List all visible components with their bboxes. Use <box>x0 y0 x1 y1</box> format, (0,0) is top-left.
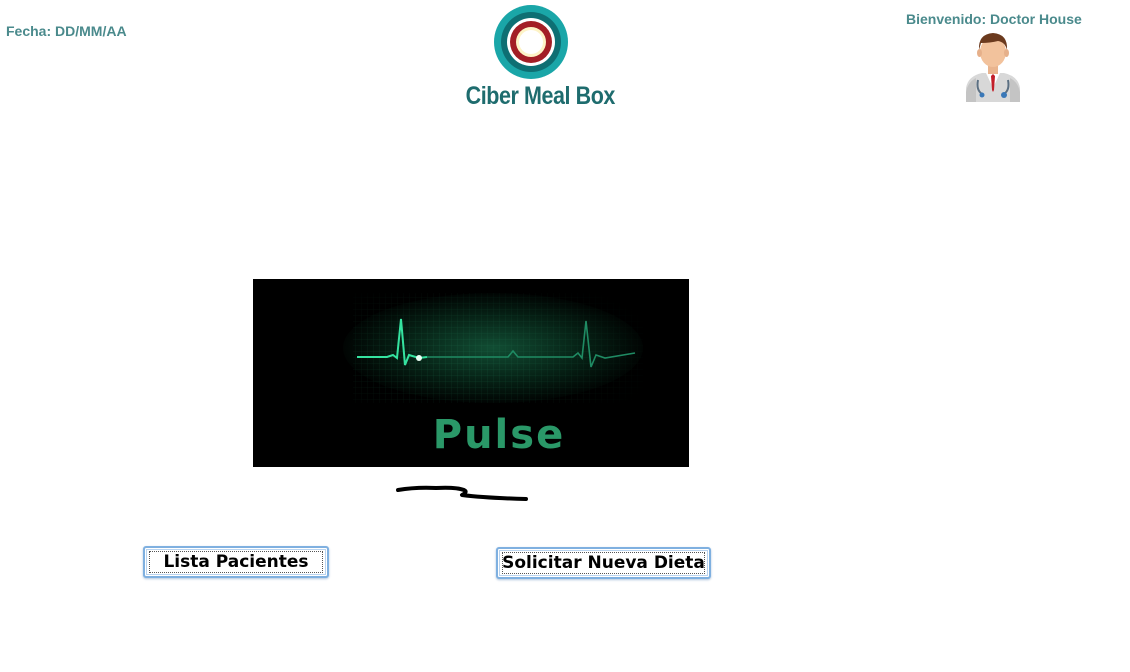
patients-list-button[interactable]: Lista Pacientes <box>143 546 329 578</box>
welcome-label: Bienvenido: Doctor House <box>906 11 1082 27</box>
doctor-avatar-icon <box>966 33 1020 102</box>
logo-text: Ciber Meal Box <box>465 82 616 110</box>
pulse-word: Pulse <box>432 412 566 458</box>
logo-ring-icon <box>494 5 568 79</box>
app-logo: Ciber Meal Box <box>455 2 616 114</box>
request-diet-label: Solicitar Nueva Dieta <box>502 552 705 574</box>
pulse-banner: Pulse <box>253 279 689 467</box>
request-diet-button[interactable]: Solicitar Nueva Dieta <box>496 547 711 579</box>
scribble-mark <box>396 485 528 501</box>
patients-list-label: Lista Pacientes <box>149 551 323 573</box>
date-label: Fecha: DD/MM/AA <box>6 23 127 39</box>
